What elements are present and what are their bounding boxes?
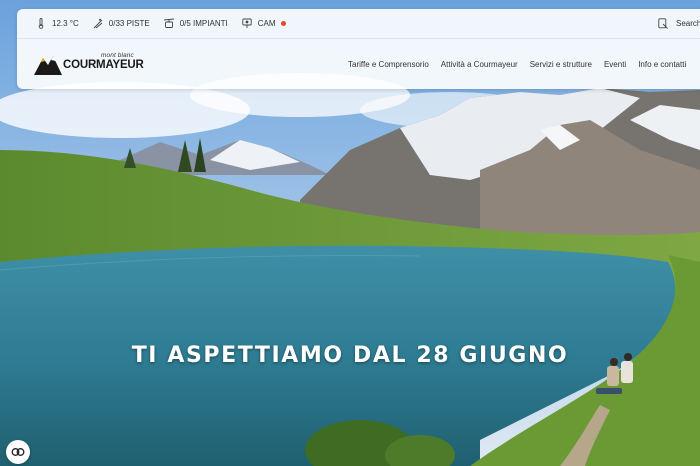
logo-tagline: mont blanc: [101, 52, 134, 59]
ski-icon: [93, 18, 103, 29]
nav-servizi[interactable]: Servizi e strutture: [530, 60, 592, 69]
lifts-info[interactable]: 0/5 IMPIANTI: [163, 18, 228, 29]
info-bar: 12.3 °C 0/33 PISTE 0/5 IMPIANTI CAM Sear…: [17, 9, 700, 39]
search-icon: [658, 18, 668, 29]
webcam-label: CAM: [257, 19, 276, 28]
nav-info[interactable]: Info e contatti: [638, 60, 686, 69]
site-logo[interactable]: mont blanc COURMAYEUR: [33, 52, 144, 76]
nav-eventi[interactable]: Eventi: [604, 60, 626, 69]
thermometer-icon: [36, 18, 46, 29]
main-menu: Tariffe e Comprensorio Attività a Courma…: [348, 60, 698, 69]
slopes-info[interactable]: 0/33 PISTE: [93, 18, 150, 29]
live-indicator: [280, 21, 286, 26]
site-header: 12.3 °C 0/33 PISTE 0/5 IMPIANTI CAM Sear…: [17, 9, 700, 89]
lift-icon: [163, 18, 174, 29]
nav-attivita[interactable]: Attività a Courmayeur: [441, 60, 518, 69]
slopes-value: 0/33 PISTE: [108, 19, 150, 28]
nav-tariffe[interactable]: Tariffe e Comprensorio: [348, 60, 429, 69]
main-nav-row: mont blanc COURMAYEUR Tariffe e Comprens…: [17, 38, 700, 89]
hero-headline: TI ASPETTIAMO DAL 28 GIUGNO: [131, 343, 569, 368]
webcam-icon: [242, 18, 252, 29]
lifts-value: 0/5 IMPIANTI: [179, 19, 228, 28]
search-link[interactable]: Search: [658, 18, 700, 29]
logo-wordmark: COURMAYEUR: [63, 59, 144, 71]
temperature-info[interactable]: 12.3 °C: [36, 18, 79, 29]
cookie-settings-icon: [11, 448, 25, 456]
search-label: Search: [676, 19, 700, 28]
webcam-link[interactable]: CAM: [242, 18, 286, 29]
cookie-settings-button[interactable]: [6, 440, 30, 464]
temperature-value: 12.3 °C: [52, 19, 79, 28]
logo-mountain-icon: [34, 56, 62, 75]
